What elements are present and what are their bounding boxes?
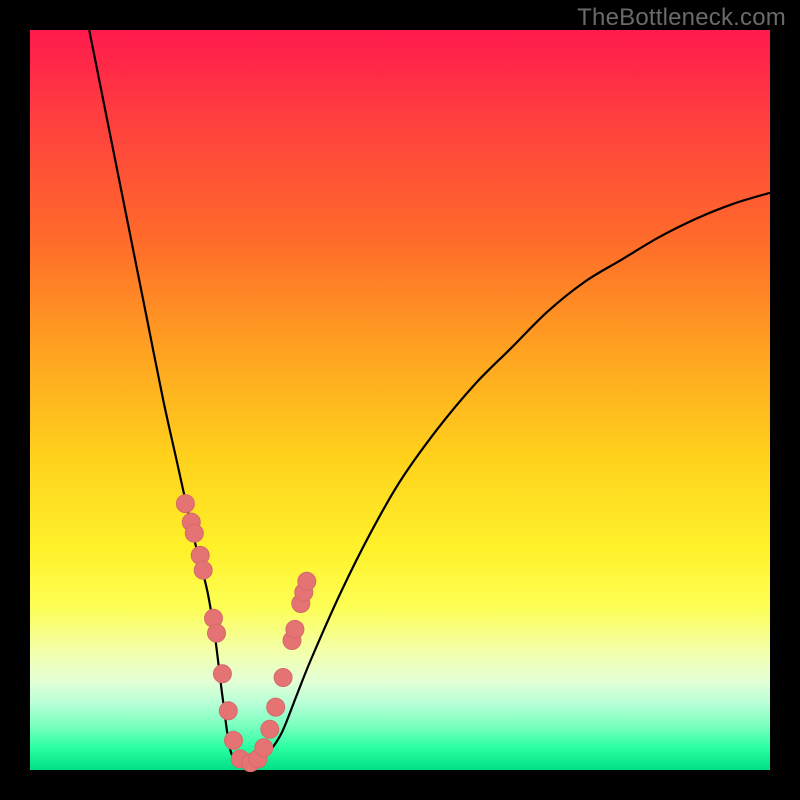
- marker-dot: [194, 561, 212, 579]
- marker-dot: [208, 624, 226, 642]
- marker-dot: [267, 698, 285, 716]
- marker-dot: [185, 524, 203, 542]
- watermark-text: TheBottleneck.com: [577, 4, 786, 32]
- marker-dot: [298, 572, 316, 590]
- marker-dot: [176, 495, 194, 513]
- bottleneck-curve: [89, 30, 770, 767]
- marker-dot: [261, 720, 279, 738]
- marker-dot: [225, 731, 243, 749]
- marker-group: [176, 495, 315, 772]
- chart-svg: [30, 30, 770, 770]
- marker-dot: [213, 665, 231, 683]
- chart-frame: TheBottleneck.com: [0, 0, 800, 800]
- marker-dot: [255, 739, 273, 757]
- marker-dot: [274, 669, 292, 687]
- marker-dot: [286, 620, 304, 638]
- marker-dot: [219, 702, 237, 720]
